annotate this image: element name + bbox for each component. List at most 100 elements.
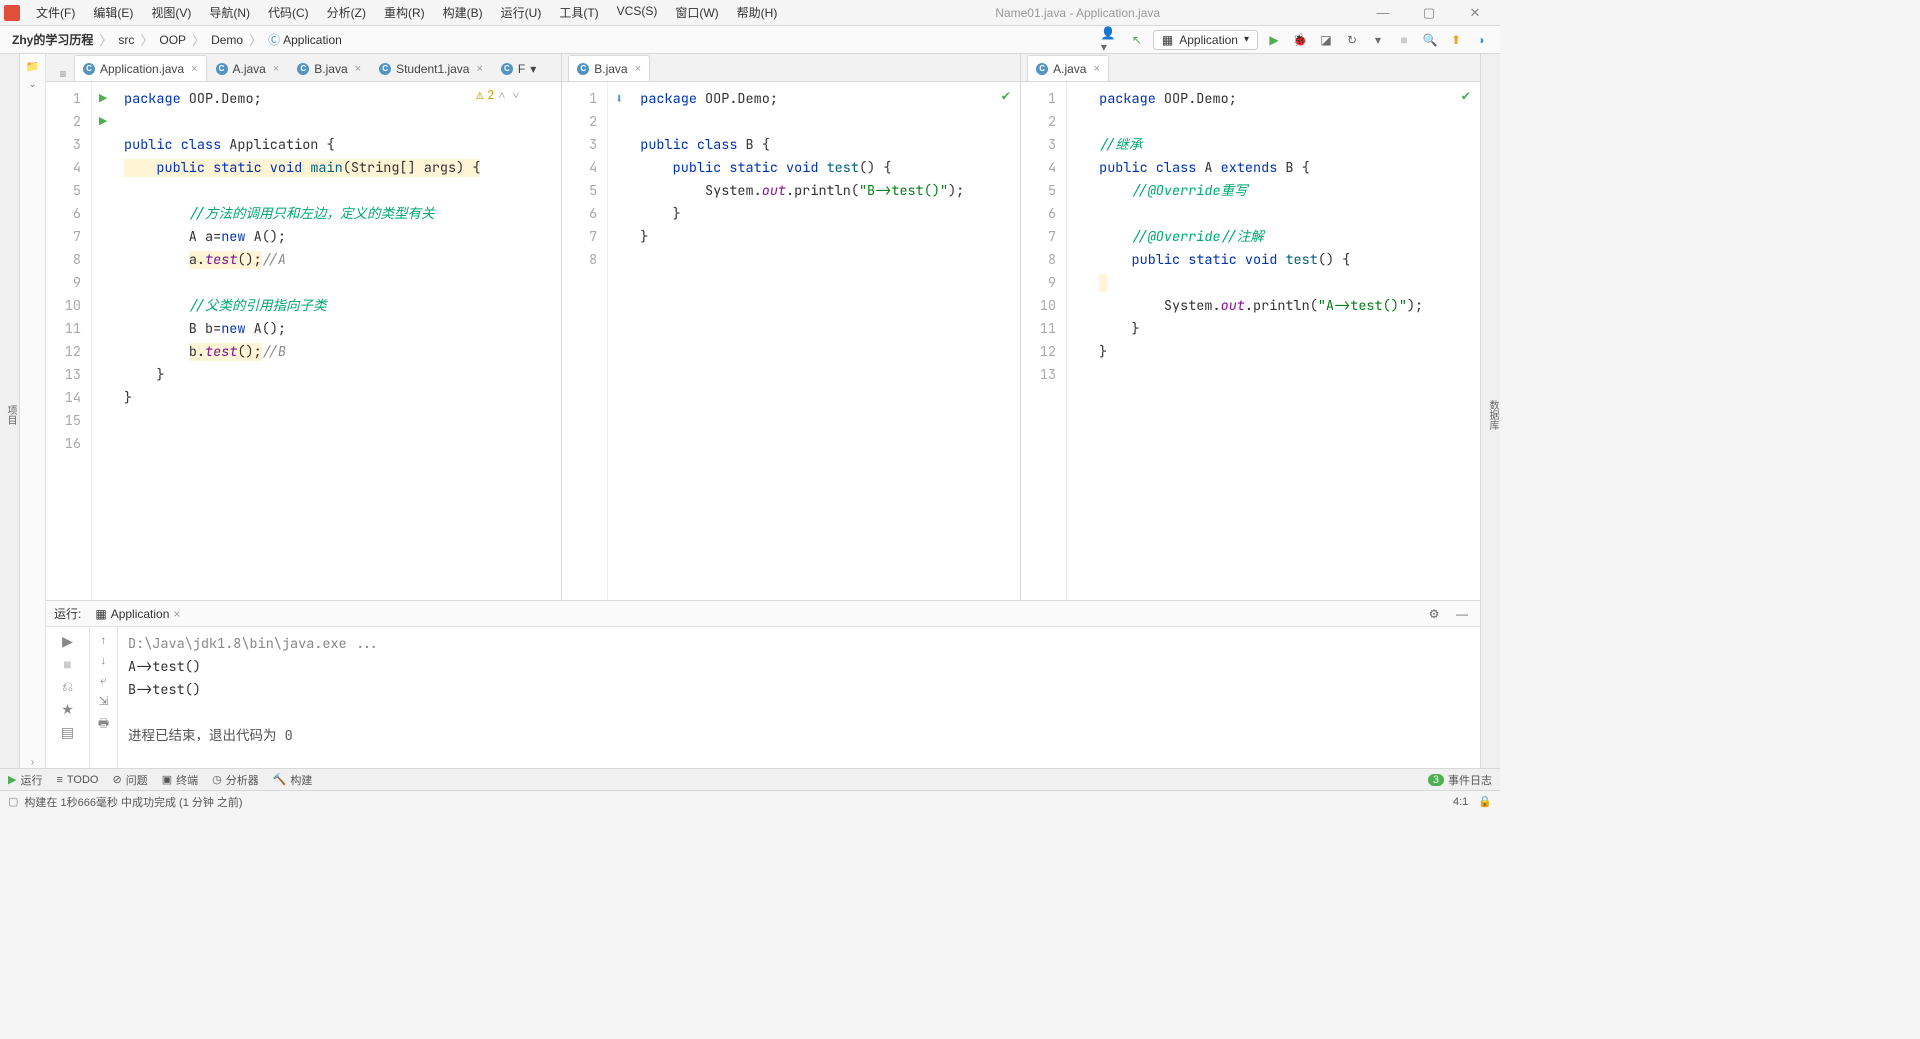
crumb-src[interactable]: src <box>114 33 138 47</box>
inspection-ok-icon[interactable]: ✔ <box>1462 87 1470 105</box>
code-editor-1[interactable]: package OOP.Demo; public class Applicati… <box>114 82 561 600</box>
run-icon[interactable]: ▶ <box>1264 30 1284 50</box>
crumb-project[interactable]: Zhy的学习历程 <box>8 31 97 48</box>
close-icon[interactable]: ✕ <box>1462 5 1488 21</box>
maximize-icon[interactable]: ▢ <box>1416 5 1442 21</box>
tab-a[interactable]: CA.java× <box>207 55 289 81</box>
tw-run[interactable]: ▶运行 <box>8 772 42 788</box>
project-collapsed[interactable]: 📁 ⌄ › <box>20 54 46 768</box>
run-config-combo[interactable]: ▦Application▾ <box>1153 30 1258 50</box>
minimize-icon[interactable]: — <box>1370 5 1396 21</box>
stop-icon[interactable]: ■ <box>1394 30 1414 50</box>
rerun-icon[interactable]: ▶ <box>62 633 73 650</box>
run-tab-application[interactable]: ▦Application× <box>89 604 186 624</box>
menu-file[interactable]: 文件(F) <box>28 1 83 24</box>
menu-navigate[interactable]: 导航(N) <box>201 1 258 24</box>
editor-tabs-pane3: CA.java× <box>1021 54 1480 82</box>
main-menu: 文件(F) 编辑(E) 视图(V) 导航(N) 代码(C) 分析(Z) 重构(R… <box>28 1 785 24</box>
build-icon[interactable]: ↖ <box>1127 30 1147 50</box>
menu-build[interactable]: 构建(B) <box>435 1 491 24</box>
inspection-warning-badge[interactable]: ⚠ 2 ˄ ˅ <box>476 87 519 103</box>
print-icon[interactable]: 🖶 <box>98 714 109 735</box>
right-toolwindow-bar: 数据库 <box>1480 54 1500 768</box>
cursor-position[interactable]: 4:1 <box>1453 796 1468 808</box>
debug-icon[interactable]: 🐞 <box>1290 30 1310 50</box>
status-icon: ▢ <box>8 795 18 808</box>
run-label: 运行: <box>54 605 81 622</box>
tab-application[interactable]: CApplication.java× <box>74 55 207 81</box>
up-icon[interactable]: ↑ <box>101 633 107 647</box>
code-editor-3[interactable]: package OOP.Demo; //继承 public class A ex… <box>1089 82 1480 600</box>
left-toolwindow-bar: 项目 <box>0 54 20 768</box>
tw-build[interactable]: 🔨构建 <box>273 772 313 788</box>
gutter-icons-2: ⬇ <box>608 82 630 600</box>
wrap-icon[interactable]: ⤶ <box>100 673 107 688</box>
tw-problems[interactable]: ⊘问题 <box>112 772 147 788</box>
tab-b[interactable]: CB.java× <box>288 55 370 81</box>
tab-menu-icon[interactable]: ≡ <box>52 67 74 81</box>
menu-vcs[interactable]: VCS(S) <box>609 1 666 24</box>
menu-view[interactable]: 视图(V) <box>143 1 199 24</box>
menu-help[interactable]: 帮助(H) <box>729 1 786 24</box>
status-message: 构建在 1秒666毫秒 中成功完成 (1 分钟 之前) <box>24 794 242 810</box>
gutter-icons-3 <box>1067 82 1089 600</box>
crumb-oop[interactable]: OOP <box>155 33 190 47</box>
tab-student1[interactable]: CStudent1.java× <box>370 55 492 81</box>
tab-a2[interactable]: CA.java× <box>1027 55 1109 81</box>
layout-icon[interactable]: ▤ <box>61 724 74 741</box>
tw-profiler[interactable]: ◷分析器 <box>212 772 259 788</box>
scroll-icon[interactable]: ⇲ <box>98 694 108 708</box>
line-numbers-3: 12345678910111213 <box>1021 82 1067 600</box>
tw-todo[interactable]: ≡TODO <box>56 774 98 786</box>
overridden-icon[interactable]: ⬇ <box>608 88 630 111</box>
status-bar: ▢ 构建在 1秒666毫秒 中成功完成 (1 分钟 之前) 4:1 🔒 <box>0 790 1500 812</box>
editor-tabs-pane1: ≡ CApplication.java× CA.java× CB.java× C… <box>46 54 561 82</box>
toolwindow-project[interactable]: 项目 <box>2 401 19 429</box>
event-badge[interactable]: 3事件日志 <box>1428 772 1492 788</box>
more-icon[interactable]: ▾ <box>1368 30 1388 50</box>
menu-window[interactable]: 窗口(W) <box>667 1 726 24</box>
run-toolbar: ▶ ■ ⎌ ★ ▤ <box>46 627 90 768</box>
add-user-icon[interactable]: 👤▾ <box>1101 30 1121 50</box>
titlebar: 文件(F) 编辑(E) 视图(V) 导航(N) 代码(C) 分析(Z) 重构(R… <box>0 0 1500 26</box>
crumb-file[interactable]: ⒸApplication <box>264 31 346 48</box>
app-logo-icon <box>4 5 20 21</box>
coverage-icon[interactable]: ◪ <box>1316 30 1336 50</box>
exit-icon[interactable]: ⎌ <box>62 678 73 695</box>
run-gutter-icon[interactable]: ▶ <box>92 111 114 134</box>
tab-f[interactable]: CF▾ <box>492 55 545 81</box>
tab-b2[interactable]: CB.java× <box>568 55 650 81</box>
menu-tools[interactable]: 工具(T) <box>551 1 606 24</box>
close-tab-icon[interactable]: × <box>191 63 197 75</box>
gear-icon[interactable]: ⚙ <box>1424 604 1444 624</box>
ide-icon[interactable]: ◗ <box>1472 30 1492 50</box>
toolwindow-database[interactable]: 数据库 <box>1485 400 1500 430</box>
star-icon[interactable]: ★ <box>61 701 74 718</box>
menu-refactor[interactable]: 重构(R) <box>376 1 433 24</box>
inspection-ok-icon[interactable]: ✔ <box>1002 87 1010 105</box>
menu-code[interactable]: 代码(C) <box>260 1 317 24</box>
line-numbers-2: 12345678 <box>562 82 608 600</box>
run-gutter-icon[interactable]: ▶ <box>92 88 114 111</box>
profile-icon[interactable]: ↻ <box>1342 30 1362 50</box>
search-icon[interactable]: 🔍 <box>1420 30 1440 50</box>
stop-run-icon[interactable]: ■ <box>63 656 71 672</box>
menu-edit[interactable]: 编辑(E) <box>85 1 141 24</box>
menu-analyze[interactable]: 分析(Z) <box>319 1 374 24</box>
lock-icon[interactable]: 🔒 <box>1478 795 1492 808</box>
tw-terminal[interactable]: ▣终端 <box>162 772 198 788</box>
navigation-bar: Zhy的学习历程 〉 src 〉 OOP 〉 Demo 〉 ⒸApplicati… <box>0 26 1500 54</box>
minimize-panel-icon[interactable]: — <box>1452 604 1472 624</box>
run-panel: 运行: ▦Application× ⚙ — ▶ ■ ⎌ ★ ▤ ↑ ↓ ⤶ <box>46 600 1480 768</box>
chevron-right-icon[interactable]: › <box>31 757 34 768</box>
gutter-icons: ▶▶ <box>92 82 114 600</box>
crumb-demo[interactable]: Demo <box>207 33 247 47</box>
down-icon[interactable]: ↓ <box>101 653 107 667</box>
toolbar: 👤▾ ↖ ▦Application▾ ▶ 🐞 ◪ ↻ ▾ ■ 🔍 ⬆ ◗ <box>1101 30 1492 50</box>
console-output[interactable]: D:\Java\jdk1.8\bin\java.exe ... A->test(… <box>118 627 1480 768</box>
update-icon[interactable]: ⬆ <box>1446 30 1466 50</box>
menu-run[interactable]: 运行(U) <box>493 1 550 24</box>
console-toolbar: ↑ ↓ ⤶ ⇲ 🖶 <box>90 627 118 768</box>
code-editor-2[interactable]: package OOP.Demo; public class B { publi… <box>630 82 1020 600</box>
chevron-down-icon[interactable]: ⌄ <box>28 79 36 90</box>
